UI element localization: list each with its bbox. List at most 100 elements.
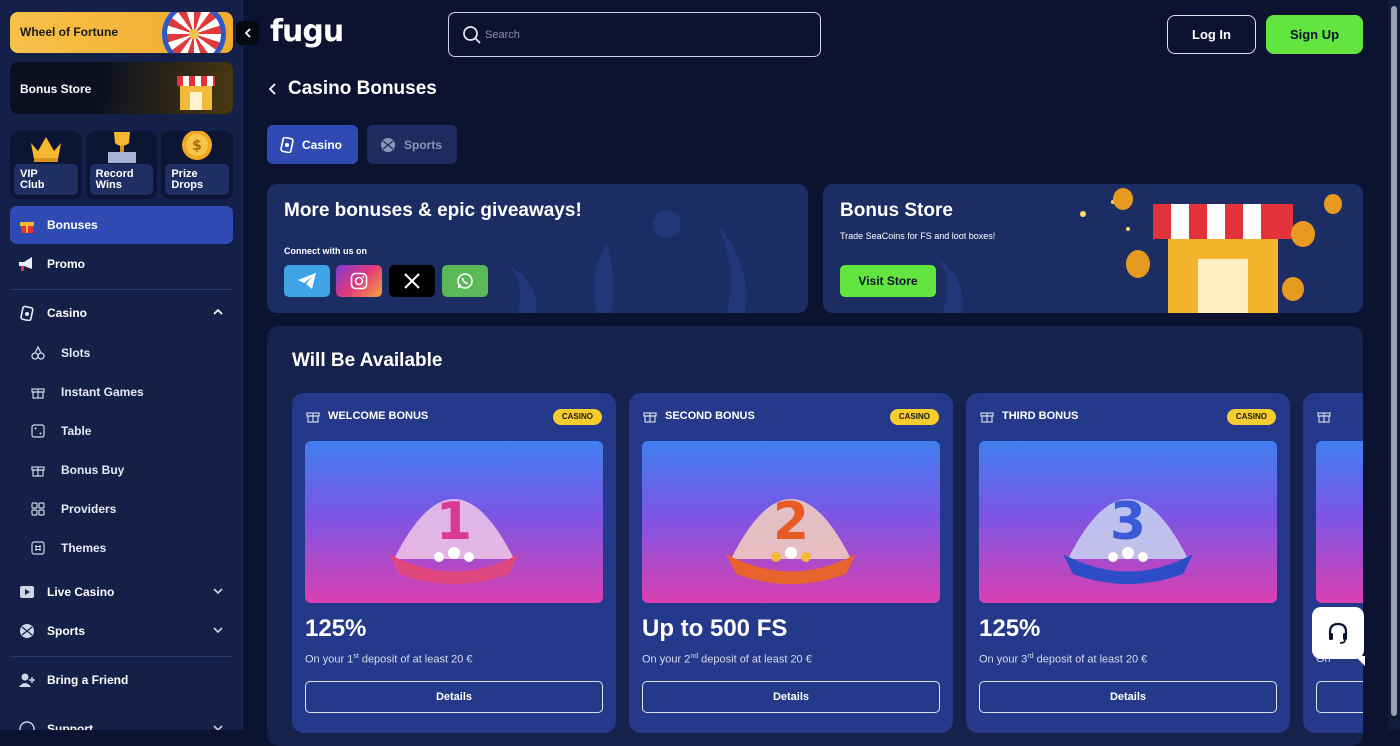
hashtag-icon (30, 540, 46, 556)
chevron-left-icon (244, 28, 251, 38)
grid-icon (30, 501, 46, 517)
sidebar-item-bring-friend[interactable]: Bring a Friend (10, 661, 233, 699)
bonus-card-partial: On (1303, 393, 1363, 733)
sidebar-item-support[interactable]: Support (10, 710, 233, 730)
play-icon (17, 582, 37, 602)
collapse-sidebar-button[interactable] (236, 21, 259, 45)
available-bonuses-panel: Will Be Available WELCOME BONUS CASINO 1… (267, 326, 1363, 746)
chevron-down-icon[interactable] (213, 586, 223, 596)
bonus-card-second: SECOND BONUS CASINO 2 Up to 500 FS On yo… (629, 393, 953, 733)
sidebar-item-label: Support (47, 722, 93, 730)
whatsapp-button[interactable] (442, 265, 488, 297)
gift-box-icon (30, 384, 46, 400)
subitem-label: Providers (61, 502, 117, 516)
x-icon (404, 273, 420, 289)
bonus-image (1316, 441, 1363, 603)
bonus-store-banner[interactable]: Bonus Store (10, 62, 233, 114)
bonus-number: 3 (1110, 492, 1146, 552)
live-chat-button[interactable] (1312, 607, 1365, 666)
bonus-image: 3 (979, 441, 1277, 603)
subitem-label: Slots (61, 346, 91, 360)
x-button[interactable] (389, 265, 435, 297)
card-header: WELCOME BONUS (306, 409, 428, 423)
sidebar-item-casino[interactable]: Casino (10, 294, 233, 332)
bonus-condition: On your 3rd deposit of at least 20 € (979, 653, 1148, 666)
sidebar-divider (10, 656, 233, 657)
instagram-icon (350, 272, 368, 290)
gift-box-icon (30, 462, 46, 478)
gift-box-icon (643, 409, 657, 423)
sidebar-subitem-themes[interactable]: Themes (30, 533, 230, 563)
bonus-image: 1 (305, 441, 603, 603)
gift-icon (17, 215, 37, 235)
scrollbar[interactable] (1388, 0, 1400, 730)
gift-box-icon (980, 409, 994, 423)
sidebar-subitem-slots[interactable]: Slots (30, 338, 230, 368)
sidebar-item-live-casino[interactable]: Live Casino (10, 573, 233, 611)
support-icon (17, 719, 37, 730)
wheel-of-fortune-label: Wheel of Fortune (20, 25, 118, 39)
sidebar-subitem-providers[interactable]: Providers (30, 494, 230, 524)
record-wins-tile[interactable]: Record Wins (85, 131, 158, 199)
chevron-down-icon[interactable] (213, 723, 223, 730)
casino-badge: CASINO (889, 409, 939, 425)
sidebar-item-label: Bonuses (47, 218, 98, 232)
prize-drops-tile[interactable]: $ Prize Drops (161, 131, 234, 199)
bonus-store-card: Bonus Store Trade SeaCoins for FS and lo… (823, 184, 1363, 313)
tab-label: Casino (302, 137, 343, 152)
sidebar-subitem-bonus-buy[interactable]: Bonus Buy (30, 455, 230, 485)
trophy-icon (107, 132, 136, 163)
sidebar-item-label: Casino (47, 306, 88, 320)
casino-badge: CASINO (552, 409, 602, 425)
card-name: SECOND BONUS (665, 410, 755, 422)
svg-text:$: $ (192, 138, 202, 154)
details-button[interactable]: Details (642, 681, 940, 713)
vip-club-tile[interactable]: VIP Club (10, 131, 82, 199)
headset-icon (1328, 622, 1348, 644)
back-chevron-icon[interactable] (268, 83, 278, 95)
chevron-up-icon[interactable] (213, 307, 223, 317)
bonus-card-third: THIRD BONUS CASINO 3 125% On your 3rd de… (966, 393, 1290, 733)
chevron-down-icon[interactable] (213, 625, 223, 635)
bonus-number: 2 (773, 492, 809, 552)
card-header: SECOND BONUS (643, 409, 755, 423)
sidebar-item-promo[interactable]: Promo (10, 245, 233, 283)
cards-icon (17, 303, 37, 323)
instagram-button[interactable] (336, 265, 382, 297)
sidebar-item-bonuses[interactable]: Bonuses (10, 206, 233, 244)
subitem-label: Bonus Buy (61, 463, 125, 477)
details-button[interactable]: Details (305, 681, 603, 713)
bonus-condition: On your 2nd deposit of at least 20 € (642, 653, 812, 666)
details-button[interactable] (1316, 681, 1363, 713)
bonus-amount: Up to 500 FS (642, 615, 788, 642)
shop-icon (177, 76, 215, 110)
bonus-card-welcome: WELCOME BONUS CASINO 1 125% On your 1st … (292, 393, 616, 733)
bonus-store-label: Bonus Store (20, 82, 92, 96)
tab-sports[interactable]: Sports (367, 125, 457, 164)
tab-casino[interactable]: Casino (267, 125, 358, 164)
card-header (1317, 409, 1339, 423)
vip-club-label: VIP Club (14, 164, 78, 195)
sidebar-item-label: Live Casino (47, 585, 115, 599)
crown-icon (30, 137, 61, 162)
details-button[interactable]: Details (979, 681, 1277, 713)
wheel-of-fortune-banner[interactable]: Wheel of Fortune (10, 12, 233, 53)
telegram-button[interactable] (284, 265, 330, 297)
search-input[interactable] (485, 23, 805, 47)
dice-icon (30, 423, 46, 439)
sidebar-subitem-instant-games[interactable]: Instant Games (30, 377, 230, 407)
gift-box-icon (306, 409, 320, 423)
sidebar-item-label: Promo (47, 257, 86, 271)
scrollbar-thumb[interactable] (1391, 6, 1397, 716)
page-header: Casino Bonuses (268, 78, 437, 100)
sidebar-item-sports[interactable]: Sports (10, 612, 233, 650)
fugu-logo[interactable]: fugu (270, 14, 344, 49)
bonus-number: 1 (436, 492, 472, 552)
log-in-button[interactable]: Log In (1167, 15, 1256, 54)
search-bar[interactable] (448, 12, 821, 57)
visit-store-button[interactable]: Visit Store (840, 265, 936, 297)
promo-title: More bonuses & epic giveaways! (284, 200, 582, 221)
megaphone-icon (17, 254, 37, 274)
sign-up-button[interactable]: Sign Up (1266, 15, 1363, 54)
sidebar-subitem-table[interactable]: Table (30, 416, 230, 446)
